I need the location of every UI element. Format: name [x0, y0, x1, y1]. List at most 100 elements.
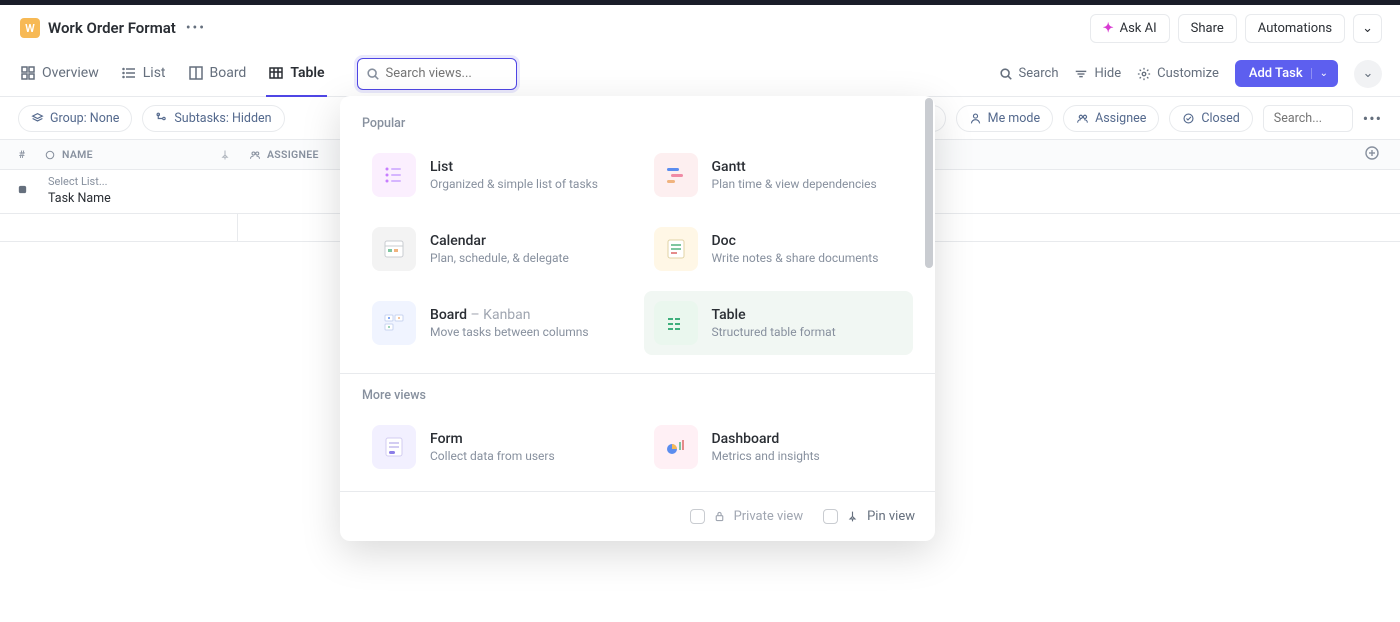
ask-ai-label: Ask AI — [1120, 21, 1157, 36]
view-title: Doc — [712, 233, 879, 249]
closed-chip-label: Closed — [1201, 111, 1239, 126]
chevron-down-icon[interactable]: ⌄ — [1311, 68, 1328, 79]
dashboard-view-icon — [654, 425, 698, 469]
sparkle-icon: ✦ — [1103, 21, 1114, 36]
tab-table-label: Table — [290, 65, 324, 81]
section-more-label: More views — [362, 388, 913, 403]
workspace-title: Work Order Format — [48, 19, 176, 37]
search-views-input[interactable] — [386, 66, 508, 81]
filter-search-wrap[interactable] — [1263, 105, 1353, 132]
view-option-board[interactable]: Board – Kanban Move tasks between column… — [362, 291, 632, 355]
popover-footer: Private view Pin view — [340, 491, 935, 541]
pin-icon — [846, 510, 859, 523]
tab-list[interactable]: List — [119, 51, 168, 97]
filter-search-input[interactable] — [1274, 111, 1342, 126]
assignee-chip-label: Assignee — [1095, 111, 1146, 126]
doc-view-icon — [654, 227, 698, 271]
workspace-more-icon[interactable]: ••• — [186, 20, 206, 36]
person-icon — [969, 112, 982, 125]
automations-button[interactable]: Automations — [1245, 14, 1345, 43]
tab-overview-label: Overview — [42, 65, 99, 81]
plus-circle-icon — [1364, 145, 1380, 161]
select-list-label: Select List... — [48, 175, 108, 188]
task-name-label: Task Name — [48, 191, 111, 206]
scrollbar-thumb[interactable] — [925, 98, 933, 268]
view-option-list[interactable]: List Organized & simple list of tasks — [362, 143, 632, 207]
row-status-cell[interactable] — [0, 170, 44, 195]
view-option-table[interactable]: Table Structured table format — [644, 291, 914, 355]
tab-table[interactable]: Table — [266, 51, 326, 97]
list-icon — [121, 65, 137, 81]
view-option-doc[interactable]: Doc Write notes & share documents — [644, 217, 914, 281]
view-option-dashboard[interactable]: Dashboard Metrics and insights — [644, 415, 914, 479]
closed-chip[interactable]: Closed — [1169, 105, 1252, 132]
workspace-badge: W — [20, 18, 40, 38]
hide-label: Hide — [1094, 66, 1121, 81]
gear-icon — [1137, 67, 1151, 81]
overview-icon — [20, 65, 36, 81]
view-option-form[interactable]: Form Collect data from users — [362, 415, 632, 479]
private-view-option[interactable]: Private view — [690, 509, 804, 524]
view-desc: Plan time & view dependencies — [712, 177, 877, 191]
pin-view-option[interactable]: Pin view — [823, 509, 915, 524]
subtasks-chip[interactable]: Subtasks: Hidden — [142, 105, 284, 132]
list-view-icon — [372, 153, 416, 197]
checkbox[interactable] — [823, 509, 838, 524]
view-title: Form — [430, 431, 555, 447]
view-title: List — [430, 159, 598, 175]
people-icon — [1076, 112, 1089, 125]
hide-icon — [1074, 67, 1088, 81]
view-desc: Plan, schedule, & delegate — [430, 251, 569, 265]
ask-ai-button[interactable]: ✦ Ask AI — [1090, 14, 1170, 43]
calendar-view-icon — [372, 227, 416, 271]
gantt-view-icon — [654, 153, 698, 197]
tabs-right-controls: Search Hide Customize Add Task ⌄ ⌄ — [999, 60, 1382, 88]
section-popular-label: Popular — [362, 116, 913, 131]
column-assignee-header[interactable]: ASSIGNEE — [239, 148, 319, 161]
column-name-label: NAME — [62, 148, 93, 161]
search-views-input-wrap[interactable] — [357, 58, 517, 90]
group-chip[interactable]: Group: None — [18, 105, 132, 132]
expand-button[interactable]: ⌄ — [1354, 60, 1382, 88]
table-view-icon — [654, 301, 698, 345]
table-icon — [268, 65, 284, 81]
views-scroll-area: Popular List Organized & simple list of … — [340, 96, 935, 491]
share-button[interactable]: Share — [1178, 14, 1237, 43]
view-option-calendar[interactable]: Calendar Plan, schedule, & delegate — [362, 217, 632, 281]
column-assignee-label: ASSIGNEE — [267, 148, 319, 161]
view-desc: Move tasks between columns — [430, 325, 589, 339]
divider — [340, 373, 935, 374]
tab-board[interactable]: Board — [186, 51, 249, 97]
view-option-gantt[interactable]: Gantt Plan time & view dependencies — [644, 143, 914, 207]
checkbox[interactable] — [690, 509, 705, 524]
view-desc: Structured table format — [712, 325, 836, 339]
board-view-icon — [372, 301, 416, 345]
add-task-button[interactable]: Add Task ⌄ — [1235, 60, 1338, 87]
customize-button[interactable]: Customize — [1137, 66, 1219, 81]
group-chip-label: Group: None — [50, 111, 119, 126]
pin-icon[interactable] — [219, 149, 231, 161]
customize-label: Customize — [1157, 66, 1219, 81]
more-icon[interactable]: ••• — [1363, 109, 1382, 128]
column-number-header: # — [0, 148, 44, 161]
view-desc: Organized & simple list of tasks — [430, 177, 598, 191]
subtask-icon — [155, 112, 168, 125]
share-label: Share — [1191, 21, 1224, 36]
hide-button[interactable]: Hide — [1074, 66, 1121, 81]
tab-overview[interactable]: Overview — [18, 51, 101, 97]
people-icon — [249, 149, 261, 161]
me-mode-chip[interactable]: Me mode — [956, 105, 1053, 132]
assignee-chip[interactable]: Assignee — [1063, 105, 1159, 132]
private-view-label: Private view — [734, 509, 804, 524]
view-desc: Collect data from users — [430, 449, 555, 463]
views-popover: Popular List Organized & simple list of … — [340, 96, 935, 541]
lock-icon — [713, 510, 726, 523]
subtasks-chip-label: Subtasks: Hidden — [174, 111, 271, 126]
row-name-cell[interactable]: Select List... Task Name — [44, 170, 111, 206]
add-column-button[interactable] — [1364, 145, 1400, 164]
column-name-header[interactable]: NAME — [44, 148, 239, 161]
tab-board-label: Board — [210, 65, 247, 81]
automations-dropdown-button[interactable]: ⌄ — [1353, 14, 1382, 43]
search-button[interactable]: Search — [999, 66, 1059, 81]
tab-list-label: List — [143, 65, 166, 81]
